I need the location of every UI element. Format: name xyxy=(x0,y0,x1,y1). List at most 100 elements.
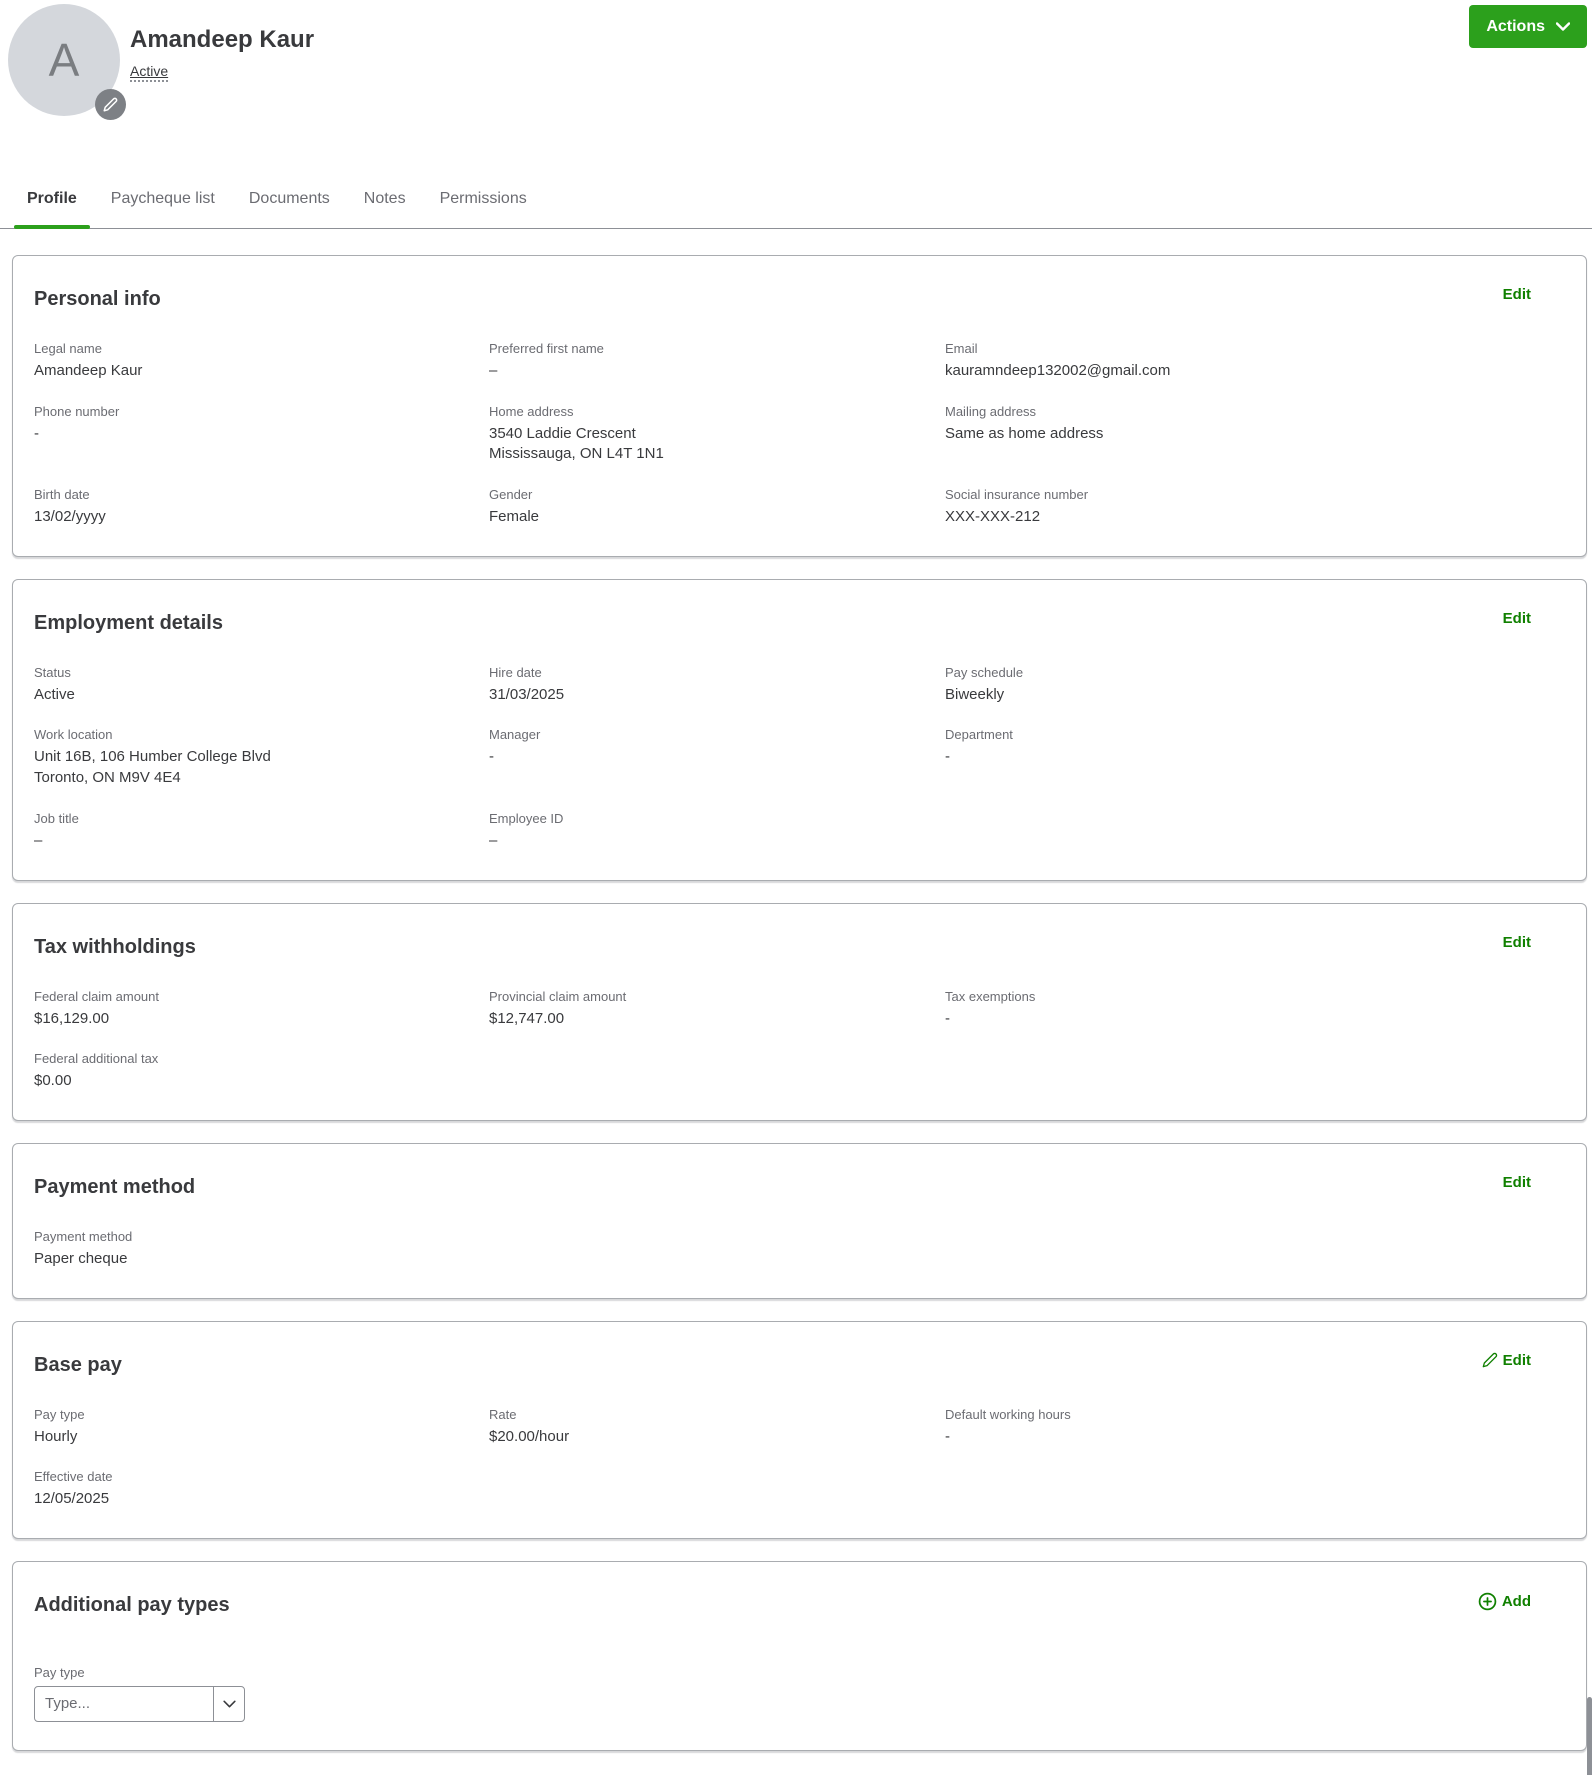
additional-pay-types-add-link[interactable]: Add xyxy=(1478,1592,1531,1611)
field-value: - xyxy=(945,748,950,766)
field-value: 3540 Laddie Crescent Mississauga, ON L4T… xyxy=(489,424,664,463)
tab-bar: Profile Paycheque list Documents Notes P… xyxy=(0,170,1592,229)
avatar-letter: A xyxy=(48,34,80,86)
field-job-title: Job title – xyxy=(34,811,489,852)
page-title: Amandeep Kaur xyxy=(130,26,315,53)
payment-method-edit-link[interactable]: Edit xyxy=(1503,1174,1531,1191)
field-value: - xyxy=(489,748,494,766)
field-label: Pay schedule xyxy=(945,664,1024,680)
tab-documents[interactable]: Documents xyxy=(236,190,343,228)
field-label: Provincial claim amount xyxy=(489,988,627,1004)
add-circle-icon xyxy=(1478,1592,1497,1611)
tab-permissions[interactable]: Permissions xyxy=(427,190,540,228)
edit-label: Edit xyxy=(1502,1351,1531,1369)
field-label: Tax exemptions xyxy=(945,988,1036,1004)
field-department: Department - xyxy=(945,727,1565,788)
field-value: $20.00/hour xyxy=(489,1427,570,1445)
field-value: - xyxy=(945,1427,950,1445)
base-pay-edit-link[interactable]: Edit xyxy=(1482,1352,1531,1369)
add-label: Add xyxy=(1501,1592,1531,1610)
status-link[interactable]: Active xyxy=(130,63,169,82)
tax-withholdings-fields: Federal claim amount $16,129.00 Provincial… xyxy=(34,989,1565,1092)
edit-label: Edit xyxy=(1502,286,1531,303)
field-payment-method: Payment method Paper cheque xyxy=(34,1229,489,1270)
header-text: Amandeep Kaur Active xyxy=(130,26,314,82)
personal-info-fields: Legal name Amandeep Kaur Preferred first n… xyxy=(34,341,1565,528)
field-value: – xyxy=(34,831,43,849)
scrollbar[interactable] xyxy=(1587,1697,1592,1775)
field-phone-number: Phone number - xyxy=(34,404,489,465)
field-label: Federal claim amount xyxy=(34,988,159,1004)
avatar[interactable]: A xyxy=(8,4,126,120)
pay-type-select-placeholder: Type... xyxy=(45,1695,91,1713)
field-value: $0.00 xyxy=(34,1072,72,1090)
field-default-working-hours: Default working hours - xyxy=(945,1407,1565,1448)
field-value: $12,747.00 xyxy=(489,1009,565,1027)
field-label: Home address xyxy=(489,403,574,419)
field-social-insurance-number: Social insurance number XXX-XXX-212 xyxy=(945,487,1565,528)
field-label: Job title xyxy=(34,810,79,826)
field-label: Work location xyxy=(34,727,113,743)
actions-button[interactable]: Actions xyxy=(1469,5,1587,48)
field-email: Email kauramndeep132002@gmail.com xyxy=(945,341,1565,382)
card-base-pay: Base pay Edit Pay type Hourly Rate $20.00/h… xyxy=(12,1320,1587,1539)
avatar-pencil-icon[interactable] xyxy=(95,89,126,120)
tab-paycheque-list[interactable]: Paycheque list xyxy=(98,190,228,228)
field-label: Federal additional tax xyxy=(34,1051,159,1067)
field-label: Status xyxy=(34,664,71,680)
edit-label: Edit xyxy=(1502,609,1531,627)
pencil-icon xyxy=(1482,1352,1497,1368)
card-additional-pay-types: Additional pay types Add Pay type Type..… xyxy=(12,1560,1587,1751)
field-manager: Manager - xyxy=(489,727,945,788)
field-home-address: Home address 3540 Laddie Crescent Mississ… xyxy=(489,404,945,465)
field-label: Phone number xyxy=(34,403,120,419)
base-pay-fields: Pay type Hourly Rate $20.00/hour Default wor… xyxy=(34,1407,1565,1510)
tax-withholdings-title: Tax withholdings xyxy=(34,935,196,958)
employment-details-title: Employment details xyxy=(34,611,223,634)
pay-type-field: Pay type Type... xyxy=(34,1665,1565,1722)
field-label: Birth date xyxy=(34,487,90,503)
personal-info-title: Personal info xyxy=(34,288,161,310)
pay-type-label: Pay type xyxy=(34,1664,85,1680)
tab-profile[interactable]: Profile xyxy=(14,190,90,229)
personal-info-edit-link[interactable]: Edit xyxy=(1503,286,1531,303)
field-label: Department xyxy=(945,727,1013,743)
field-value: – xyxy=(489,362,498,379)
field-label: Manager xyxy=(489,727,541,743)
chevron-down-icon[interactable] xyxy=(213,1686,244,1721)
employment-details-fields: Status Active Hire date 31/03/2025 Pay sched… xyxy=(34,665,1565,852)
field-value: Hourly xyxy=(34,1427,78,1445)
field-status: Status Active xyxy=(34,665,489,706)
field-value: kauramndeep132002@gmail.com xyxy=(945,362,1171,379)
tax-withholdings-edit-link[interactable]: Edit xyxy=(1503,934,1531,951)
field-work-location: Work location Unit 16B, 106 Humber Colleg… xyxy=(34,727,489,788)
card-employment-details: Employment details Edit Status Active Hire… xyxy=(12,578,1587,881)
card-payment-method: Payment method Edit Payment method Paper … xyxy=(12,1142,1587,1299)
field-federal-claim-amount: Federal claim amount $16,129.00 xyxy=(34,989,489,1030)
field-value: 31/03/2025 xyxy=(489,685,565,703)
field-value: Paper cheque xyxy=(34,1249,128,1267)
employment-details-edit-link[interactable]: Edit xyxy=(1503,610,1531,627)
field-pay-type: Pay type Hourly xyxy=(34,1407,489,1448)
field-preferred-first-name: Preferred first name – xyxy=(489,341,945,382)
actions-button-label: Actions xyxy=(1486,17,1545,35)
field-employee-id: Employee ID – xyxy=(489,811,945,852)
field-value: 12/05/2025 xyxy=(34,1490,110,1508)
field-label: Preferred first name xyxy=(489,341,604,356)
edit-label: Edit xyxy=(1502,933,1531,951)
pay-type-select[interactable]: Type... xyxy=(34,1685,245,1722)
profile-header: A Amandeep Kaur Active Actions xyxy=(0,0,1592,170)
field-federal-additional-tax: Federal additional tax $0.00 xyxy=(34,1051,489,1092)
field-value: $16,129.00 xyxy=(34,1009,110,1027)
field-value: - xyxy=(34,424,39,442)
field-label: Hire date xyxy=(489,664,542,680)
card-tax-withholdings: Tax withholdings Edit Federal claim amou… xyxy=(12,902,1587,1121)
field-mailing-address: Mailing address Same as home address xyxy=(945,404,1565,465)
field-gender: Gender Female xyxy=(489,487,945,528)
profile-content: Personal info Edit Legal name Amandeep Ka… xyxy=(0,229,1592,1751)
field-label: Mailing address xyxy=(945,403,1037,419)
tab-notes[interactable]: Notes xyxy=(351,190,419,228)
field-label: Legal name xyxy=(34,341,102,356)
payment-method-title: Payment method xyxy=(34,1175,196,1198)
field-value: XXX-XXX-212 xyxy=(945,508,1041,526)
